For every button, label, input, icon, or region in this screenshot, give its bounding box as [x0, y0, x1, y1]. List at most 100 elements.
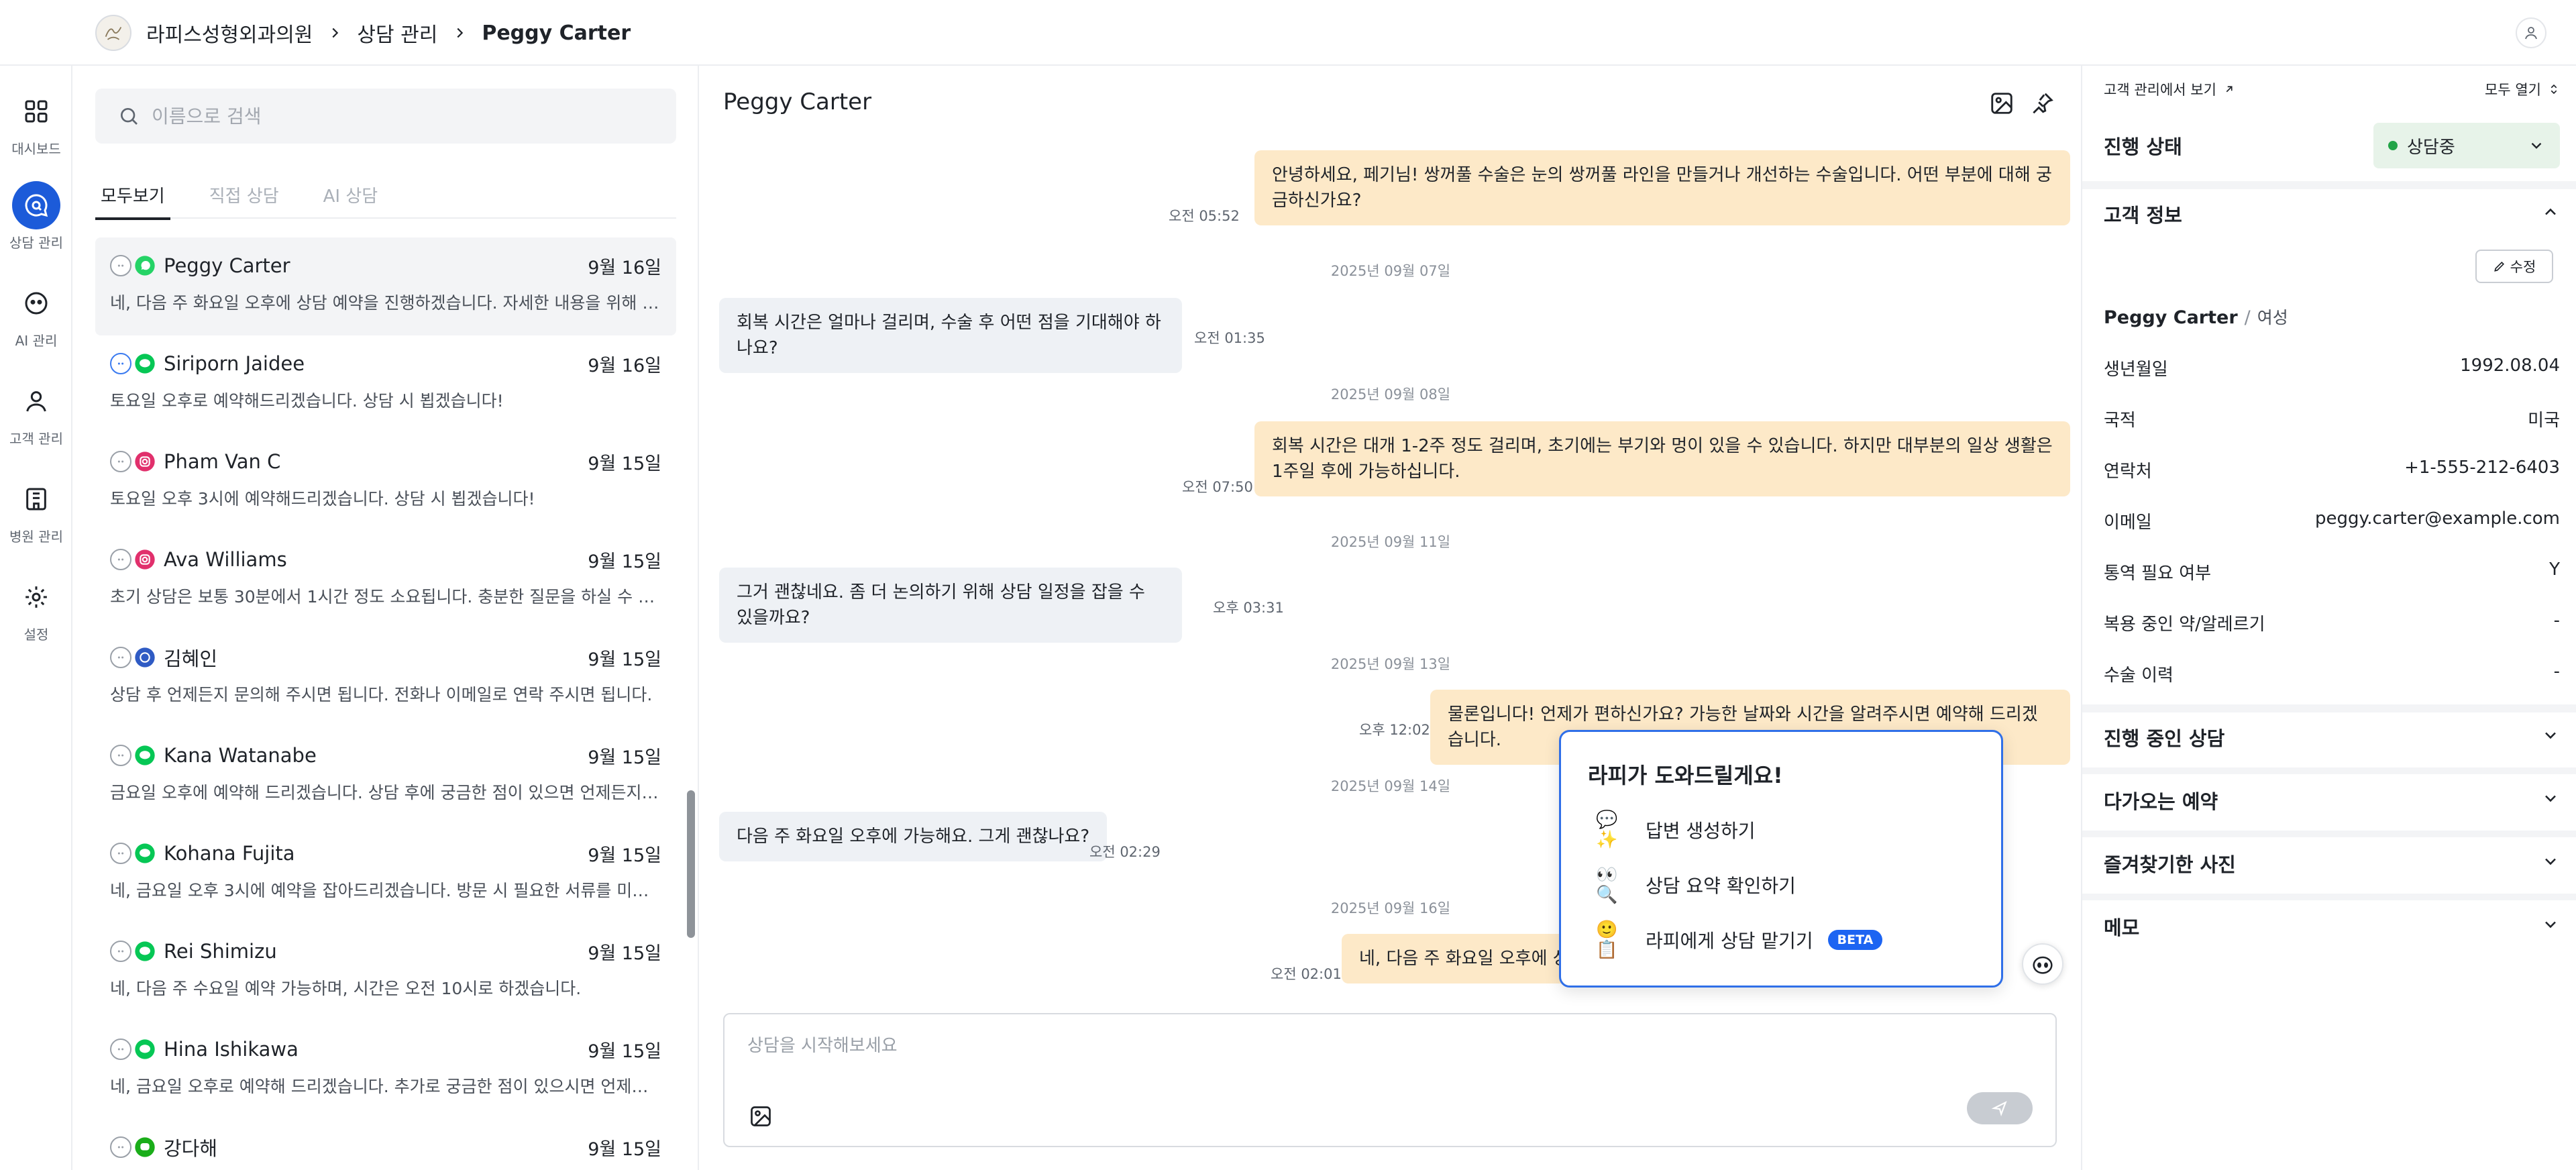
- conversation-name: Peggy Carter: [164, 254, 290, 277]
- tab-all[interactable]: 모두보기: [95, 178, 170, 220]
- outgoing-message: 안녕하세요, 페기님! 쌍꺼풀 수술은 눈의 쌍꺼풀 라인을 만들거나 개선하는…: [1254, 150, 2070, 225]
- nav-item-hospital[interactable]: 병원 관리: [0, 475, 72, 545]
- conversation-item[interactable]: Ava Williams 9월 15일 초기 상담은 보통 30분에서 1시간 정도…: [95, 531, 676, 629]
- assistant-fab[interactable]: [2022, 943, 2063, 985]
- speech-sparkle-icon: 💬✨: [1596, 810, 1618, 850]
- building-icon: [12, 475, 60, 523]
- message-time: 오전 02:01: [1271, 966, 1342, 982]
- tab-direct[interactable]: 직접 상담: [204, 178, 284, 219]
- status-row: 진행 상태 상담중: [2104, 123, 2560, 168]
- conversation-name: Siriporn Jaidee: [164, 352, 305, 375]
- conversation-name: Hina Ishikawa: [164, 1038, 299, 1061]
- scrollbar-thumb[interactable]: [687, 790, 695, 938]
- conversation-preview: 네, 금요일 오후로 예약해 드리겠습니다. 추가로 궁금한 점이 있으시면 언…: [110, 1077, 661, 1096]
- message-time: 오후 03:31: [1213, 600, 1284, 616]
- search-box[interactable]: [95, 89, 676, 144]
- conversation-name: Pham Van C: [164, 450, 281, 473]
- edit-customer-button[interactable]: 수정: [2475, 250, 2553, 283]
- view-in-customers-link[interactable]: 고객 관리에서 보기: [2104, 79, 2235, 99]
- chevron-down-icon[interactable]: [2541, 915, 2560, 934]
- section-title[interactable]: 다가오는 예약: [2104, 786, 2218, 814]
- chevron-down-icon: [2531, 142, 2542, 149]
- assistant-generate-reply[interactable]: 💬✨ 답변 생성하기: [1596, 810, 1755, 850]
- profile-button[interactable]: [2516, 17, 2546, 48]
- assistant-summary[interactable]: 👀🔍 상담 요약 확인하기: [1596, 865, 1796, 905]
- section-title[interactable]: 즐겨찾기한 사진: [2104, 849, 2236, 877]
- conversation-item[interactable]: Peggy Carter 9월 16일 네, 다음 주 화요일 오후에 상담 예약을…: [95, 237, 676, 335]
- customer-field-row: 생년월일 1992.08.04: [2104, 356, 2560, 380]
- conversation-preview: 토요일 오후로 예약해드리겠습니다. 상담 시 뵙겠습니다!: [110, 391, 504, 411]
- conversation-item[interactable]: Rei Shimizu 9월 15일 네, 다음 주 수요일 예약 가능하며, 시간…: [95, 923, 676, 1021]
- nav-item-dashboard[interactable]: 대시보드: [0, 87, 72, 158]
- gear-icon: [12, 573, 60, 621]
- chevron-up-icon[interactable]: [2541, 203, 2560, 221]
- chat-search-icon: [12, 181, 60, 229]
- customer-info-title[interactable]: 고객 정보: [2104, 200, 2182, 228]
- conversation-preview: 금요일 오후에 예약해 드리겠습니다. 상담 후에 궁금한 점이 있으면 언제든…: [110, 783, 661, 802]
- chevron-down-icon[interactable]: [2541, 852, 2560, 871]
- conversation-item[interactable]: Hina Ishikawa 9월 15일 네, 금요일 오후로 예약해 드리겠습니다…: [95, 1021, 676, 1119]
- nav-label: 병원 관리: [9, 529, 63, 545]
- tab-ai[interactable]: AI 상담: [318, 178, 384, 219]
- line-icon: [134, 843, 156, 864]
- expand-all-button[interactable]: 모두 열기: [2485, 79, 2560, 99]
- nav-rail: 대시보드 상담 관리 AI 관리 고객 관리 병원 관리 설정: [0, 0, 72, 1170]
- chevron-down-icon[interactable]: [2541, 789, 2560, 808]
- ai-robot-icon: [110, 843, 131, 864]
- beta-badge: BETA: [1827, 930, 1883, 950]
- message-input[interactable]: [747, 1032, 2022, 1072]
- send-button[interactable]: [1967, 1092, 2033, 1124]
- nav-label: 고객 관리: [9, 431, 63, 447]
- conversation-preview: 상담 후 언제든지 문의해 주시면 됩니다. 전화나 이메일로 연락 주시면 됩…: [110, 685, 653, 704]
- search-input[interactable]: [152, 105, 661, 127]
- date-separator: 2025년 09월 13일: [1330, 656, 1451, 672]
- assistant-title: 라피가 도와드릴게요!: [1588, 763, 1783, 788]
- field-value: Y: [2549, 560, 2560, 580]
- customer-field-row: 수술 이력 -: [2104, 661, 2560, 686]
- nav-item-settings[interactable]: 설정: [0, 573, 72, 643]
- pin-button[interactable]: [2029, 90, 2055, 117]
- conversation-date: 9월 15일: [588, 1138, 661, 1160]
- chevron-updown-icon: [2551, 84, 2557, 95]
- breadcrumb: 라피스성형외과의원 상담 관리 Peggy Carter: [95, 15, 631, 51]
- message-time: 오전 07:50: [1182, 479, 1253, 495]
- customer-identity: Peggy Carter / 여성: [2104, 307, 2288, 328]
- message-time: 오후 12:02: [1359, 722, 1430, 738]
- message-composer: [723, 1013, 2057, 1147]
- nav-label: AI 관리: [15, 333, 58, 349]
- kakao-icon: [134, 647, 156, 668]
- conversation-item[interactable]: 강다해 9월 15일: [95, 1119, 676, 1170]
- scrollbar-track[interactable]: [682, 220, 695, 1170]
- conversation-item[interactable]: Pham Van C 9월 15일 토요일 오후 3시에 예약해드리겠습니다. 상담…: [95, 433, 676, 531]
- nav-item-consult[interactable]: 상담 관리: [0, 181, 72, 252]
- assistant-delegate[interactable]: 🙂📋 라피에게 상담 맡기기 BETA: [1596, 920, 1883, 960]
- customer-gender: 여성: [2257, 308, 2288, 327]
- line-icon: [134, 1039, 156, 1060]
- customer-field-row: 국적 미국: [2104, 407, 2560, 431]
- conversation-date: 9월 15일: [588, 649, 661, 670]
- edit-label: 수정: [2510, 260, 2536, 275]
- section-title[interactable]: 진행 중인 상담: [2104, 723, 2224, 751]
- breadcrumb-consult[interactable]: 상담 관리: [357, 18, 437, 48]
- nav-item-ai[interactable]: AI 관리: [0, 279, 72, 350]
- nav-item-customers[interactable]: 고객 관리: [0, 377, 72, 447]
- section-title[interactable]: 메모: [2104, 912, 2139, 941]
- line-icon: [134, 941, 156, 962]
- conversation-item[interactable]: Kana Watanabe 9월 15일 금요일 오후에 예약해 드리겠습니다. 상…: [95, 727, 676, 825]
- gallery-button[interactable]: [1988, 90, 2015, 117]
- date-separator: 2025년 09월 11일: [1330, 534, 1451, 550]
- assistant-item-label: 라피에게 상담 맡기기: [1646, 930, 1813, 952]
- section-divider: [2082, 831, 2576, 837]
- instagram-icon: [134, 451, 156, 472]
- conversation-item[interactable]: 김혜인 9월 15일 상담 후 언제든지 문의해 주시면 됩니다. 전화나 이메일로…: [95, 629, 676, 727]
- attach-image-icon[interactable]: [749, 1104, 773, 1128]
- line-icon: [134, 353, 156, 374]
- incoming-message: 회복 시간은 얼마나 걸리며, 수술 후 어떤 점을 기대해야 하나요?: [719, 298, 1182, 373]
- conversation-name: Kohana Fujita: [164, 842, 295, 865]
- breadcrumb-clinic[interactable]: 라피스성형외과의원: [146, 18, 313, 48]
- conversation-item[interactable]: Siriporn Jaidee 9월 16일 토요일 오후로 예약해드리겠습니다. …: [95, 335, 676, 433]
- chevron-down-icon[interactable]: [2541, 726, 2560, 745]
- conversation-item[interactable]: Kohana Fujita 9월 15일 네, 금요일 오후 3시에 예약을 잡아드…: [95, 825, 676, 923]
- external-arrow-icon: [2226, 86, 2233, 93]
- status-select[interactable]: 상담중: [2373, 123, 2560, 168]
